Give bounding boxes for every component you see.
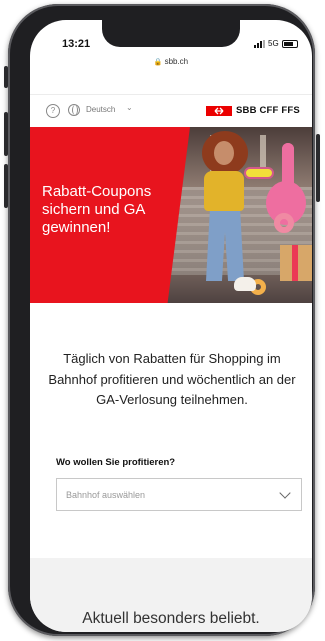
donut	[274, 213, 294, 233]
status-indicators: 5G	[254, 39, 298, 48]
hero-banner[interactable]: Rabatt-Coupons sichern und GA gewinnen!	[30, 127, 312, 303]
gift-ribbon	[292, 245, 298, 281]
section-title: Aktuell besonders beliebt.	[82, 610, 260, 627]
mute-switch	[4, 66, 8, 88]
chevron-down-icon[interactable]: ⌄	[126, 103, 133, 112]
volume-down-button	[4, 164, 8, 208]
person-top	[204, 171, 244, 211]
address-bar[interactable]: 🔒 sbb.ch	[30, 57, 312, 66]
station-question: Wo wollen Sie profitieren?	[56, 457, 176, 468]
chevron-down-icon	[279, 487, 291, 499]
network-label: 5G	[268, 39, 279, 48]
status-time: 13:21	[62, 38, 91, 50]
sbb-logo-icon[interactable]	[206, 106, 232, 116]
notch	[102, 20, 240, 47]
phone-screen: 13:21 5G 🔒 sbb.ch ? Deutsch ⌄ SBB CFF FFS	[30, 20, 312, 632]
battery-icon	[281, 39, 298, 48]
sneaker	[234, 277, 256, 291]
hero-headline: Rabatt-Coupons sichern und GA gewinnen!	[42, 183, 152, 236]
station-select[interactable]: Bahnhof auswählen	[56, 478, 302, 511]
volume-up-button	[4, 112, 8, 156]
signal-icon	[254, 39, 265, 48]
logo-text[interactable]: SBB CFF FFS	[236, 105, 300, 116]
person-face	[214, 141, 234, 165]
url-text: sbb.ch	[164, 57, 189, 66]
site-header: ? Deutsch ⌄ SBB CFF FFS	[30, 94, 312, 127]
power-button	[316, 134, 320, 202]
select-placeholder: Bahnhof auswählen	[66, 490, 146, 500]
lock-icon: 🔒	[153, 59, 163, 66]
help-icon[interactable]: ?	[46, 104, 60, 118]
sunglasses	[244, 167, 274, 179]
language-selector[interactable]: Deutsch	[86, 105, 115, 114]
intro-text: Täglich von Rabatten für Shopping im Bah…	[48, 351, 296, 407]
globe-icon[interactable]	[68, 104, 80, 116]
